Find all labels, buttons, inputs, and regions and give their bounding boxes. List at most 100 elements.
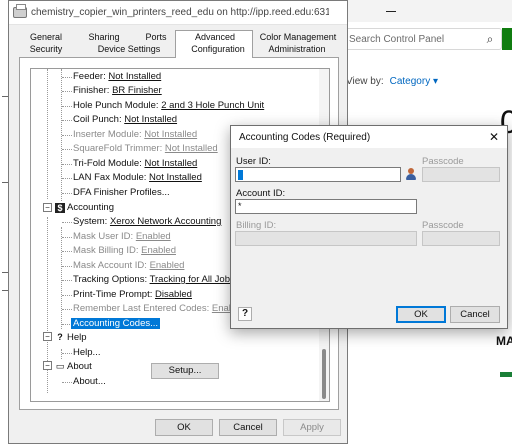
dialog-ok-button[interactable]: OK [396,306,446,323]
tree-item-dfa-profiles[interactable]: DFA Finisher Profiles... [73,186,170,200]
tab-color-management[interactable]: Color Management [257,32,339,44]
tree-item-value: Enabled [149,260,185,271]
tab-advanced[interactable]: Advanced [185,32,245,44]
tree-guide [62,193,72,194]
tree-item-value: Not Installed [149,172,202,183]
tab-administration[interactable]: Administration [259,44,335,56]
tab-security[interactable]: Security [21,44,71,56]
user-id-input[interactable] [235,167,401,182]
tree-guide [62,135,72,136]
accounting-codes-dialog: Accounting Codes (Required) ✕ User ID: P… [230,125,508,329]
tree-guide [62,251,72,252]
tree-item-label: Remember Last Entered Codes: [73,303,212,314]
tree-item-accounting-system[interactable]: System: Xerox Network Accounting [73,215,221,229]
search-icon[interactable]: ⌕ [479,30,501,48]
tree-item-mask-account-id: Mask Account ID: Enabled [73,259,184,273]
tree-item-label: SquareFold Trimmer: [73,143,165,154]
tree-item-label: Mask Billing ID: [73,245,142,256]
control-panel-search[interactable]: Search Control Panel ⌕ [336,28,502,50]
close-icon[interactable]: ✕ [485,129,503,145]
tree-item-finisher[interactable]: Finisher: BR Finisher [73,84,162,98]
tree-node-help[interactable]: Help [67,331,87,345]
accounting-icon: $ [55,203,65,213]
tab-device-settings[interactable]: Device Settings [79,44,179,56]
accounting-codes-selected: Accounting Codes... [71,318,161,329]
tree-guide [62,91,72,92]
tree-item-print-time-prompt[interactable]: Print-Time Prompt: Disabled [73,288,192,302]
tree-item-tracking-options[interactable]: Tracking Options: Tracking for All Jobs [73,273,235,287]
tree-item-value: Not Installed [164,143,218,154]
tree-guide [62,120,72,121]
apply-button: Apply [283,419,341,436]
setup-button[interactable]: Setup... [151,363,219,379]
tree-item-value: Not Installed [108,71,162,82]
about-collapse-icon[interactable]: − [43,361,52,370]
tree-guide [62,77,72,78]
tree-item-trifold[interactable]: Tri-Fold Module: Not Installed [73,157,197,171]
tree-item-feeder[interactable]: Feeder: Not Installed [73,70,161,84]
accounting-collapse-icon[interactable]: − [43,203,52,212]
tab-row-bottom: Security Device Settings Configuration A… [19,44,339,56]
ok-button[interactable]: OK [155,419,213,436]
tree-item-value: Tracking for All Jobs [149,274,235,285]
tree-item-help[interactable]: Help... [73,346,100,360]
tree-item-squarefold: SquareFold Trimmer: Not Installed [73,142,218,156]
tree-item-remember-codes: Remember Last Entered Codes: Enabled [73,302,247,316]
help-icon: ? [57,332,63,342]
dialog-help-button[interactable]: ? [238,307,252,321]
tab-ports[interactable]: Ports [131,32,181,44]
tree-guide [61,349,62,359]
tree-item-value: Not Installed [144,129,198,140]
tree-item-accounting-codes[interactable]: Accounting Codes... [71,317,161,331]
tree-guide [62,149,72,150]
tree-guide [62,237,72,238]
tree-item-value: Disabled [155,289,192,300]
tree-guide [61,227,62,329]
tree-item-value: BR Finisher [112,85,162,96]
tree-item-mask-user-id: Mask User ID: Enabled [73,230,171,244]
tree-item-value: Enabled [141,245,176,256]
view-by-label: View by: [346,76,384,87]
tree-item-label: Coil Punch: [73,114,125,125]
tree-item-about[interactable]: About... [73,375,106,389]
properties-titlebar: chemistry_copier_win_printers_reed_edu o… [9,1,347,25]
help-collapse-icon[interactable]: − [43,332,52,341]
tab-configuration[interactable]: Configuration [179,44,257,56]
tree-item-value: Not Installed [124,114,178,125]
tree-item-hole-punch[interactable]: Hole Punch Module: 2 and 3 Hole Punch Un… [73,99,264,113]
tree-item-label: Mask Account ID: [73,260,150,271]
tree-guide [62,178,72,179]
dialog-titlebar: Accounting Codes (Required) ✕ [231,126,507,148]
tree-item-value: Xerox Network Accounting [109,216,222,227]
tree-item-label: Inserter Module: [73,129,145,140]
tree-item-mask-billing-id: Mask Billing ID: Enabled [73,244,176,258]
view-by-dropdown[interactable]: Category ▾ [390,76,438,87]
user-lookup-icon[interactable] [405,168,418,181]
tree-guide [62,309,72,310]
tree-item-lan-fax[interactable]: LAN Fax Module: Not Installed [73,171,202,185]
cropped-bar [500,372,512,377]
dialog-cancel-button[interactable]: Cancel [450,306,500,323]
tree-item-inserter: Inserter Module: Not Installed [73,128,197,142]
tree-node-accounting[interactable]: Accounting [67,201,114,215]
tree-guide [62,222,72,223]
tree-item-value: Not Installed [144,158,198,169]
tab-sharing[interactable]: Sharing [79,32,129,44]
tree-item-label: Hole Punch Module: [73,100,162,111]
tree-node-about[interactable]: About [67,360,92,374]
tree-item-label: Tracking Options: [73,274,150,285]
account-id-input[interactable]: * [235,199,417,214]
tree-item-coil-punch[interactable]: Coil Punch: Not Installed [73,113,177,127]
tree-scrollbar-thumb[interactable] [322,349,326,399]
tree-item-label: Tri-Fold Module: [73,158,145,169]
billing-id-label: Billing ID: [236,220,277,231]
account-id-label: Account ID: [236,188,286,199]
minimize-icon[interactable] [376,3,406,19]
tree-guide [62,106,72,107]
tab-general[interactable]: General [21,32,71,44]
passcode2-input [422,231,500,246]
tree-guide [62,164,72,165]
tree-guide [62,280,72,281]
user-id-label: User ID: [236,156,271,167]
cancel-button[interactable]: Cancel [219,419,277,436]
